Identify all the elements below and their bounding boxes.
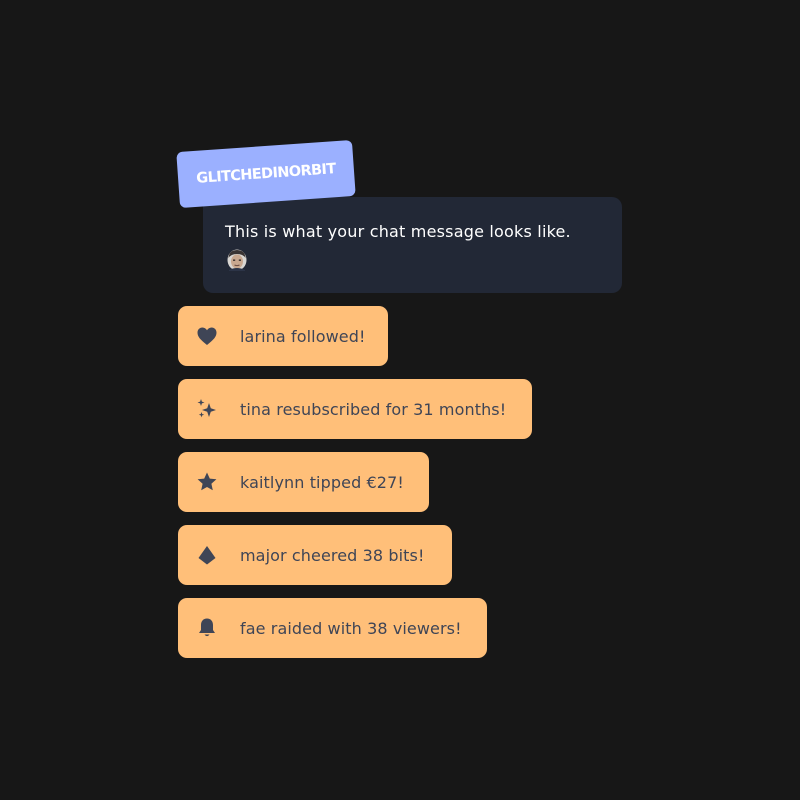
- alert-tip: kaitlynn tipped €27!: [178, 452, 429, 512]
- chat-message-text: This is what your chat message looks lik…: [225, 222, 571, 241]
- overlay-preview: This is what your chat message looks lik…: [0, 0, 800, 800]
- face-emote-icon: [227, 249, 247, 271]
- alert-raid: fae raided with 38 viewers!: [178, 598, 487, 658]
- alert-follow: larina followed!: [178, 306, 388, 366]
- alert-text: kaitlynn tipped €27!: [240, 472, 404, 492]
- chat-message-bubble: This is what your chat message looks lik…: [203, 197, 622, 293]
- alert-text: fae raided with 38 viewers!: [240, 618, 462, 638]
- alert-text: larina followed!: [240, 326, 366, 346]
- alert-text: major cheered 38 bits!: [240, 545, 425, 565]
- bell-icon: [195, 616, 219, 640]
- sparkles-icon: [195, 397, 219, 421]
- alert-text: tina resubscribed for 31 months!: [240, 399, 507, 419]
- star-icon: [195, 470, 219, 494]
- heart-icon: [195, 324, 219, 348]
- alert-cheer: major cheered 38 bits!: [178, 525, 452, 585]
- alert-resubscribe: tina resubscribed for 31 months!: [178, 379, 532, 439]
- gem-icon: [195, 543, 219, 567]
